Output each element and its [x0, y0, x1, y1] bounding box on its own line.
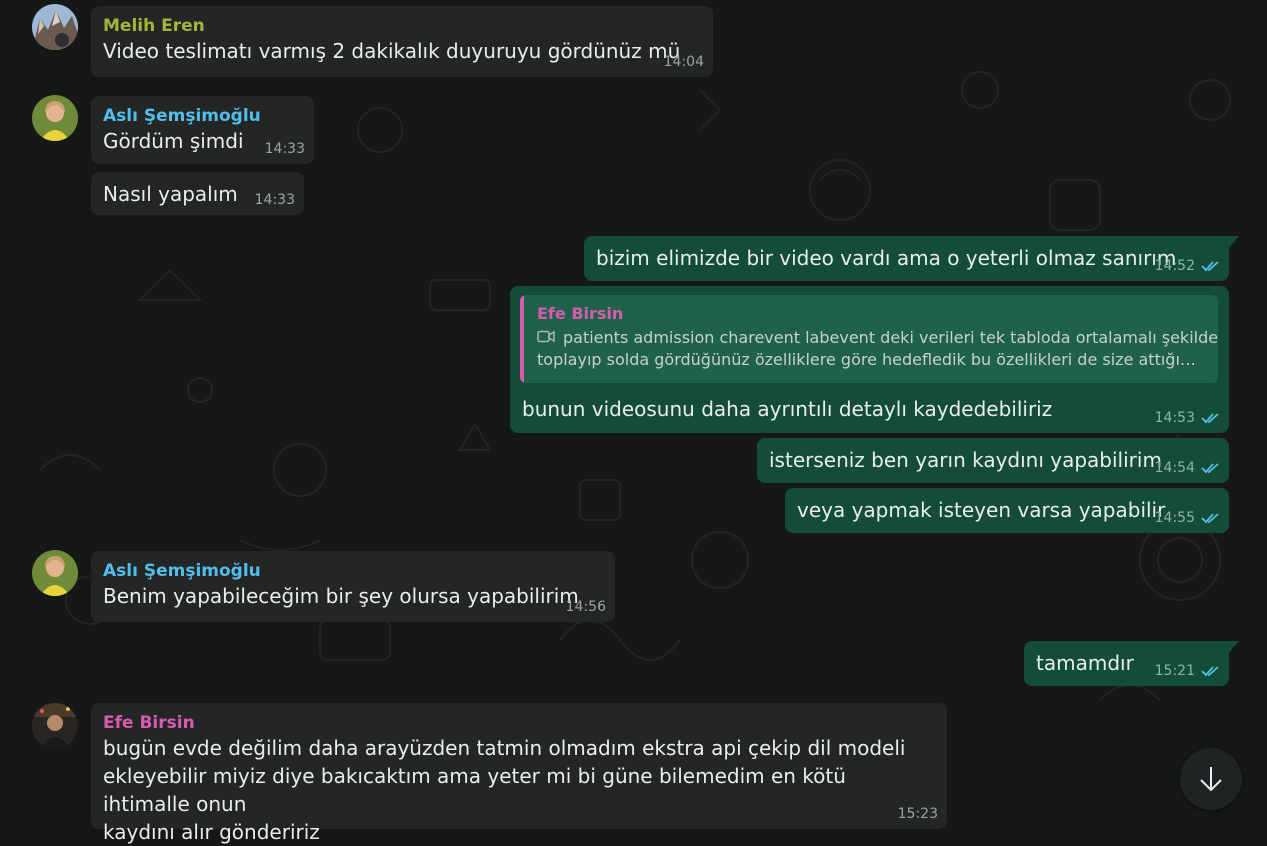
sender-name: Melih Eren	[103, 16, 205, 36]
message-bubble[interactable]: Nasıl yapalım 14:33	[91, 172, 304, 215]
message-meta: 14:52	[1155, 258, 1220, 274]
message-text: bunun videosunu daha ayrıntılı detaylı k…	[522, 397, 1053, 421]
sender-name: Aslı Şemşimoğlu	[103, 561, 261, 581]
message-meta: 14:56	[566, 599, 606, 615]
quote-sender: Efe Birsin	[537, 304, 624, 323]
message-bubble[interactable]: isterseniz ben yarın kaydını yapabilirim…	[757, 438, 1229, 483]
avatar-melih-eren[interactable]	[32, 4, 78, 50]
message-meta: 14:33	[265, 141, 305, 157]
message-time: 15:21	[1154, 663, 1195, 679]
message-bubble[interactable]: Efe Birsin patients admission charevent …	[510, 286, 1229, 433]
video-camera-icon	[537, 330, 555, 343]
message-meta: 14:33	[255, 192, 295, 208]
quote-text-line: patients admission charevent labevent de…	[563, 328, 1218, 347]
read-ticks-icon	[1201, 261, 1219, 272]
message-time: 14:54	[1154, 460, 1195, 476]
arrow-down-icon	[1200, 767, 1222, 792]
message-bubble[interactable]: Efe Birsin bugün evde değilim daha arayü…	[91, 703, 947, 844]
message-time: 14:55	[1154, 510, 1195, 526]
message-bubble[interactable]: Aslı Şemşimoğlu Benim yapabileceğim bir …	[91, 551, 615, 622]
message-text-line: bugün evde değilim daha arayüzden tatmin…	[103, 736, 906, 760]
message-time: 14:04	[663, 54, 704, 70]
message-time: 14:33	[264, 141, 305, 157]
message-bubble[interactable]: bizim elimizde bir video vardı ama o yet…	[584, 236, 1239, 281]
quoted-message[interactable]: Efe Birsin patients admission charevent …	[520, 295, 1218, 383]
bubble-tail	[1229, 641, 1239, 653]
message-bubble[interactable]: tamamdır 15:21	[1024, 641, 1239, 686]
message-bubble[interactable]: Melih Eren Video teslimatı varmış 2 daki…	[91, 6, 713, 77]
message-time: 14:52	[1154, 258, 1195, 274]
read-ticks-icon	[1201, 666, 1219, 677]
message-time: 14:53	[1154, 410, 1195, 426]
message-meta: 14:55	[1155, 510, 1220, 526]
quote-accent-bar	[520, 295, 524, 383]
sender-name: Efe Birsin	[103, 713, 195, 733]
read-ticks-icon	[1201, 513, 1219, 524]
message-text-line: ekleyebilir miyiz diye bakıcaktım ama ye…	[103, 764, 846, 816]
message-meta: 15:23	[898, 806, 938, 822]
message-text: bizim elimizde bir video vardı ama o yet…	[596, 246, 1177, 270]
message-meta: 15:21	[1155, 663, 1220, 679]
bubble-tail	[1229, 236, 1239, 248]
message-bubble[interactable]: veya yapmak isteyen varsa yapabilir 14:5…	[785, 488, 1229, 533]
scroll-to-bottom-button[interactable]	[1180, 748, 1242, 810]
message-text: Video teslimatı varmış 2 dakikalık duyur…	[103, 39, 681, 63]
message-time: 14:33	[254, 192, 295, 208]
message-text: isterseniz ben yarın kaydını yapabilirim	[769, 448, 1162, 472]
message-meta: 14:04	[664, 54, 704, 70]
read-ticks-icon	[1201, 463, 1219, 474]
message-text-line: kaydını alır göndeririz	[103, 820, 320, 844]
avatar-asli-semsimoglu[interactable]	[32, 550, 78, 596]
message-time: 14:56	[565, 599, 606, 615]
message-time: 15:23	[897, 806, 938, 822]
message-meta: 14:53	[1155, 410, 1220, 426]
message-meta: 14:54	[1155, 460, 1220, 476]
message-text: Benim yapabileceğim bir şey olursa yapab…	[103, 584, 579, 608]
avatar-asli-semsimoglu[interactable]	[32, 95, 78, 141]
avatar-efe-birsin[interactable]	[32, 703, 78, 749]
quote-text-line: toplayıp solda gördüğünüz özelliklere gö…	[537, 350, 1196, 369]
message-bubble[interactable]: Aslı Şemşimoğlu Gördüm şimdi 14:33	[91, 96, 314, 164]
read-ticks-icon	[1201, 413, 1219, 424]
sender-name: Aslı Şemşimoğlu	[103, 106, 261, 126]
